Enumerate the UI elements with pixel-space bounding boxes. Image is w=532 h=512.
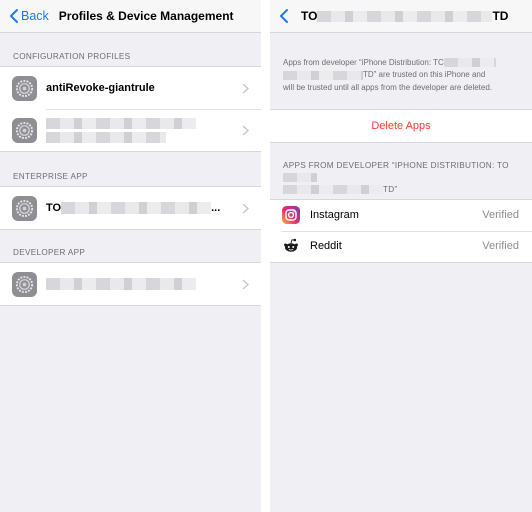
app-row-instagram[interactable]: Instagram Verified	[270, 199, 532, 231]
developer-apps-list: Instagram Verified Reddit Verified	[270, 198, 532, 263]
profiles-pane: Back Profiles & Device Management CONFIG…	[0, 0, 261, 512]
app-row-reddit[interactable]: Reddit Verified	[270, 230, 532, 262]
chevron-right-icon	[242, 125, 249, 136]
redacted-profile-name	[46, 117, 196, 143]
enterprise-app-name: TO ...	[46, 202, 220, 214]
info-line-1: Apps from developer “iPhone Distribution…	[283, 57, 519, 69]
app-name: Reddit	[310, 240, 342, 253]
instagram-icon	[282, 206, 300, 225]
developer-app-row[interactable]	[0, 263, 261, 305]
delete-apps-label: Delete Apps	[371, 119, 431, 132]
developer-app-group	[0, 262, 261, 306]
back-button[interactable]	[270, 8, 291, 24]
info-line-2: TD” are trusted on this iPhone and	[283, 69, 519, 81]
nav-bar: TO TD	[270, 0, 532, 33]
settings-gear-icon	[12, 195, 37, 221]
developer-detail-pane: TO TD Apps from developer “iPhone Distri…	[270, 0, 532, 512]
title-prefix: TO	[301, 9, 318, 23]
section-header-enterprise-app: ENTERPRISE APP	[13, 172, 88, 181]
chevron-left-icon	[280, 9, 288, 23]
delete-apps-button[interactable]: Delete Apps	[270, 108, 532, 143]
redacted-developer-name	[46, 278, 196, 290]
enterprise-name-prefix: TO	[46, 202, 62, 214]
verified-status: Verified	[482, 209, 519, 222]
configuration-profiles-group: antiRevoke-giantrule	[0, 66, 261, 152]
redacted-text	[317, 10, 493, 22]
title-suffix: TD	[492, 9, 509, 23]
settings-gear-icon	[12, 271, 37, 297]
chevron-right-icon	[242, 203, 249, 214]
reddit-icon	[282, 237, 300, 255]
chevron-left-icon	[10, 9, 18, 23]
settings-gear-icon	[12, 117, 37, 143]
info-line-3: will be trusted until all apps from the …	[283, 82, 493, 92]
enterprise-app-group: TO ...	[0, 186, 261, 230]
nav-bar: Back Profiles & Device Management	[0, 0, 261, 33]
section-header-developer-app: DEVELOPER APP	[13, 248, 86, 257]
developer-title: TO TD	[301, 9, 508, 23]
back-label: Back	[21, 9, 49, 23]
back-button[interactable]: Back	[0, 8, 49, 24]
apps-from-developer-header: APPS FROM DEVELOPER “IPHONE DISTRIBUTION…	[283, 160, 509, 195]
app-name: Instagram	[310, 209, 359, 222]
profile-row-redacted[interactable]	[0, 109, 261, 151]
section-header-configuration-profiles: CONFIGURATION PROFILES	[13, 52, 131, 61]
chevron-right-icon	[242, 83, 249, 94]
trust-info-text: Apps from developer “iPhone Distribution…	[270, 57, 532, 94]
redacted-text	[61, 202, 212, 214]
chevron-right-icon	[242, 279, 249, 290]
enterprise-name-suffix: ...	[211, 202, 221, 214]
profile-name: antiRevoke-giantrule	[46, 82, 155, 94]
verified-status: Verified	[482, 240, 519, 253]
enterprise-app-row[interactable]: TO ...	[0, 187, 261, 229]
profile-row-antirevoke[interactable]: antiRevoke-giantrule	[0, 67, 261, 109]
page-title: Profiles & Device Management	[58, 9, 234, 23]
settings-gear-icon	[12, 75, 37, 101]
